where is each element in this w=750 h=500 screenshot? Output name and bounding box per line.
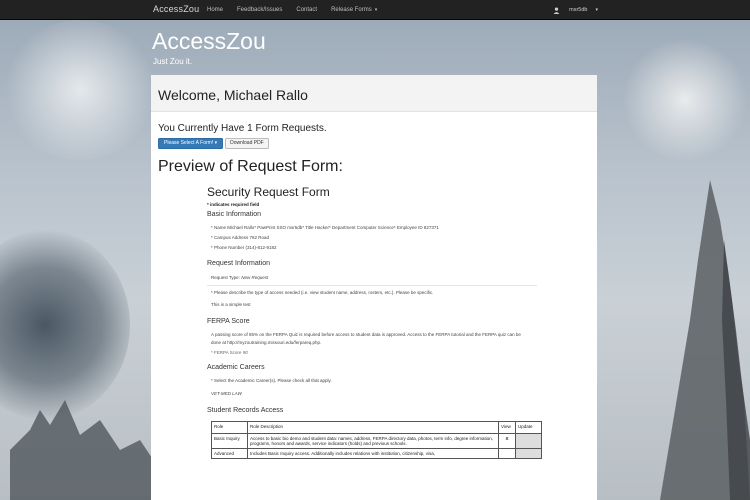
role-description-cell: Access to basic bio demo and student dat… bbox=[246, 433, 500, 449]
describe-answer: This is a simple test bbox=[211, 302, 251, 307]
tower-silhouette-left bbox=[10, 400, 160, 500]
user-name: msr5db bbox=[569, 7, 588, 13]
form-actions: Please Select A Form! ▾ Download PDF bbox=[158, 138, 269, 149]
describe-question: * Please describe the type of access nee… bbox=[211, 290, 434, 295]
app-title: AccessZou bbox=[152, 28, 266, 54]
basic-info-line: * Name Michael Rallo* PawPrint SSO msr5d… bbox=[211, 225, 439, 230]
tower-silhouette-right bbox=[660, 180, 750, 500]
chevron-down-icon: ▾ bbox=[595, 7, 598, 13]
divider bbox=[207, 285, 537, 286]
table-header-row: Role Role Description View Update bbox=[211, 421, 542, 434]
top-navbar: AccessZou Home Feedback/Issues Contact R… bbox=[0, 0, 750, 20]
chevron-down-icon: ▾ bbox=[374, 7, 378, 13]
user-icon bbox=[553, 6, 560, 14]
nav-feedback[interactable]: Feedback/Issues bbox=[230, 0, 289, 20]
ferpa-description: A passing score of 85% on the FERPA Quiz… bbox=[211, 332, 521, 345]
update-cell bbox=[515, 433, 542, 449]
chevron-down-icon: ▾ bbox=[214, 140, 218, 146]
role-cell: Advanced bbox=[211, 448, 248, 459]
basic-info-line: * Phone Number (314)-812-9182 bbox=[211, 245, 277, 250]
column-header: Role bbox=[211, 421, 248, 434]
column-header: Update bbox=[515, 421, 542, 434]
nav-items: Home Feedback/Issues Contact Release For… bbox=[200, 0, 384, 20]
download-pdf-button[interactable]: Download PDF bbox=[225, 138, 269, 149]
nav-release-forms-dropdown[interactable]: Release Forms ▾ bbox=[324, 0, 384, 20]
basic-info-heading: Basic Information bbox=[207, 211, 262, 218]
role-description-cell: Includes Basic Inquiry access. Additiona… bbox=[246, 448, 500, 459]
welcome-heading: Welcome, Michael Rallo bbox=[158, 87, 308, 103]
user-menu[interactable]: msr5db ▾ bbox=[553, 0, 598, 20]
form-title: Security Request Form bbox=[207, 185, 330, 199]
required-note: * indicates required field bbox=[207, 202, 260, 207]
column-header: Role Description bbox=[246, 421, 500, 434]
table-row: Basic Inquiry Access to basic bio demo a… bbox=[211, 433, 542, 449]
request-info-heading: Request Information bbox=[207, 260, 271, 267]
preview-title: Preview of Request Form: bbox=[158, 158, 343, 175]
role-cell: Basic Inquiry bbox=[211, 433, 248, 449]
nav-contact[interactable]: Contact bbox=[289, 0, 324, 20]
column-header: View bbox=[498, 421, 517, 434]
student-records-heading: Student Records Access bbox=[207, 407, 284, 414]
navbar-brand[interactable]: AccessZou bbox=[153, 4, 199, 14]
academic-careers-answer: VET-MED LAW bbox=[211, 391, 242, 396]
basic-info-line: * Campus Address 762 Road bbox=[211, 235, 270, 240]
table-row: Advanced Includes Basic Inquiry access. … bbox=[211, 448, 542, 459]
welcome-header: Welcome, Michael Rallo bbox=[151, 75, 597, 112]
update-cell bbox=[515, 448, 542, 459]
student-records-table: Role Role Description View Update Basic … bbox=[211, 421, 542, 459]
academic-careers-heading: Academic Careers bbox=[207, 364, 265, 371]
app-tagline: Just Zou it. bbox=[153, 57, 193, 66]
form-preview: Security Request Form * indicates requir… bbox=[207, 185, 543, 414]
main-panel: Welcome, Michael Rallo You Currently Hav… bbox=[151, 75, 597, 500]
basic-info-lines: * Name Michael Rallo* PawPrint SSO msr5d… bbox=[207, 223, 543, 253]
view-cell bbox=[498, 448, 517, 459]
ferpa-score: * FERPA Score 90 bbox=[211, 350, 248, 355]
academic-careers-question: * Select the Academic Career(s). Please … bbox=[211, 378, 332, 383]
ferpa-heading: FERPA Score bbox=[207, 318, 250, 325]
view-cell: X bbox=[498, 433, 517, 449]
nav-home[interactable]: Home bbox=[200, 0, 230, 20]
request-type: Request Type: New Request bbox=[211, 275, 269, 280]
form-request-count: You Currently Have 1 Form Requests. bbox=[158, 123, 327, 134]
select-form-button[interactable]: Please Select A Form! ▾ bbox=[158, 138, 224, 149]
